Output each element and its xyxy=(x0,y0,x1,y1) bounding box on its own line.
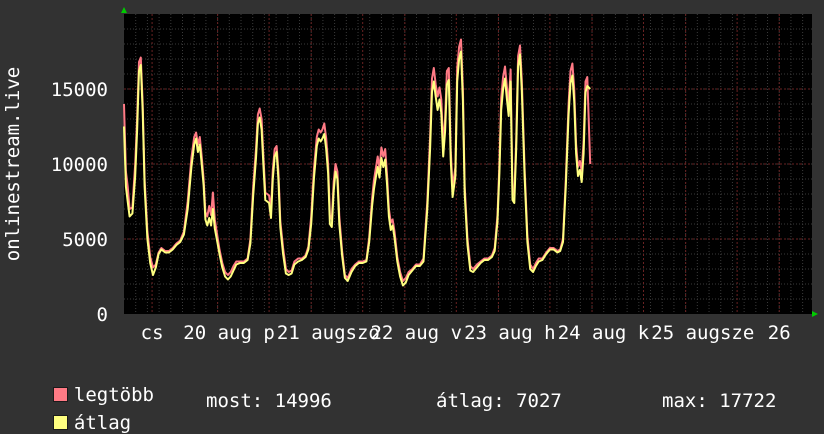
x-tick-label: 23 aug xyxy=(464,322,533,344)
y-tick-labels: 0 5000 10000 15000 xyxy=(51,79,108,326)
x-tick-label: 25 aug xyxy=(651,322,720,344)
x-tick-label: 21 aug xyxy=(277,322,346,344)
y-tick-label: 5000 xyxy=(62,229,108,251)
legend-label-avg: átlag xyxy=(73,412,132,434)
stat-average: átlag: 7027 xyxy=(436,390,562,412)
legend-item-avg: átlag xyxy=(30,390,131,434)
y-tick-label: 10000 xyxy=(51,154,108,176)
y-axis-label: onlinestream.live xyxy=(2,67,24,261)
legend-swatch-avg xyxy=(52,415,68,430)
x-tick-label: cs xyxy=(141,322,164,344)
x-tick-label: 26 xyxy=(768,322,791,344)
x-tick-label: h xyxy=(544,322,555,344)
stat-current: most: 14996 xyxy=(206,390,332,412)
x-tick-label: v xyxy=(451,322,462,344)
x-tick-label: 22 aug xyxy=(370,322,439,344)
x-axis-arrow xyxy=(812,311,818,317)
x-tick-label: 20 aug xyxy=(183,322,252,344)
x-tick-label: p xyxy=(263,322,274,344)
stat-maximum: max: 17722 xyxy=(662,390,777,412)
y-axis-arrow xyxy=(121,7,127,13)
x-tick-label: sze xyxy=(720,322,754,344)
x-tick-label: 24 aug xyxy=(558,322,627,344)
y-tick-label: 0 xyxy=(97,304,108,326)
x-tick-label: k xyxy=(638,322,650,344)
y-tick-label: 15000 xyxy=(51,79,108,101)
x-tick-labels: cs 20 aug p 21 aug szo22 aug v 23 aug h 24 aug k 2… xyxy=(141,322,791,344)
